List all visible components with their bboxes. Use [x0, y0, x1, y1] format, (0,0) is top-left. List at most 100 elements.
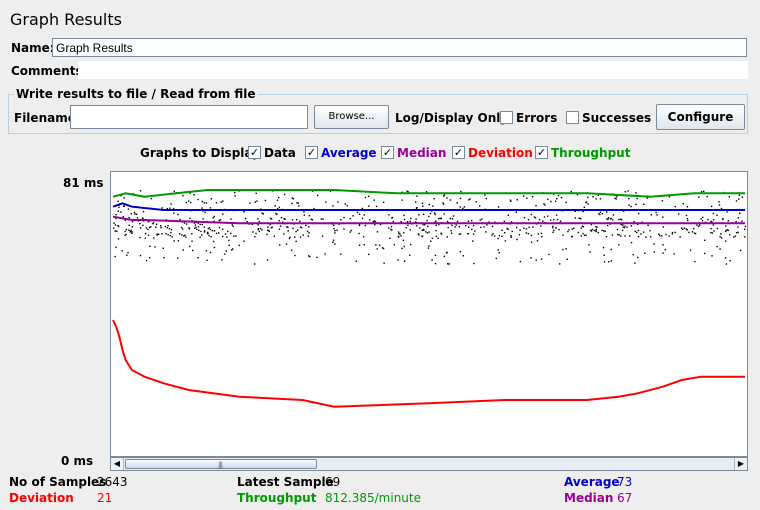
throughput-stat-value: 812.385/minute	[325, 491, 421, 505]
data-sample-point	[491, 234, 493, 236]
data-sample-point	[230, 232, 232, 235]
data-sample-point	[622, 224, 624, 226]
median-checkbox[interactable]	[381, 146, 394, 159]
data-sample-point	[683, 227, 685, 229]
data-sample-point	[287, 226, 289, 228]
data-sample-point	[448, 263, 450, 265]
scrollbar-thumb[interactable]: |||	[125, 459, 317, 469]
data-sample-point	[580, 227, 582, 229]
browse-button[interactable]: Browse...	[314, 105, 389, 129]
configure-button[interactable]: Configure	[656, 104, 745, 130]
data-sample-point	[278, 228, 281, 230]
throughput-checkbox[interactable]	[535, 146, 548, 159]
data-sample-point	[311, 219, 314, 221]
data-sample-point	[555, 214, 558, 216]
data-sample-point	[492, 233, 494, 235]
data-sample-point	[458, 225, 460, 228]
data-sample-point	[136, 217, 139, 219]
median-toggle-label[interactable]: Median	[397, 146, 446, 160]
data-sample-point	[149, 257, 151, 259]
data-sample-point	[296, 219, 298, 221]
data-sample-point	[305, 224, 307, 227]
data-sample-point	[213, 215, 215, 218]
data-sample-point	[679, 236, 681, 238]
page-title: Graph Results	[10, 10, 122, 29]
data-sample-point	[568, 229, 570, 231]
deviation-toggle-label[interactable]: Deviation	[468, 146, 533, 160]
data-sample-point	[227, 230, 229, 233]
data-sample-point	[680, 227, 683, 229]
data-sample-point	[626, 226, 628, 228]
data-sample-point	[741, 196, 744, 198]
data-sample-point	[163, 257, 165, 259]
filename-input[interactable]	[70, 105, 308, 129]
data-sample-point	[624, 235, 626, 237]
data-sample-point	[320, 218, 323, 220]
data-checkbox[interactable]	[248, 146, 261, 159]
data-sample-point	[155, 226, 157, 228]
data-sample-point	[596, 226, 598, 228]
data-sample-point	[503, 220, 505, 222]
horizontal-scrollbar[interactable]: ◀ ||| ▶	[110, 457, 748, 471]
data-sample-point	[280, 217, 283, 219]
deviation-checkbox[interactable]	[452, 146, 465, 159]
data-sample-point	[697, 225, 700, 227]
data-sample-point	[604, 230, 606, 232]
data-sample-point	[481, 218, 483, 220]
data-sample-point	[131, 226, 133, 228]
data-sample-point	[210, 236, 212, 238]
data-sample-point	[534, 217, 537, 219]
data-sample-point	[124, 230, 126, 233]
data-sample-point	[658, 233, 660, 235]
data-sample-point	[226, 236, 228, 238]
average-checkbox[interactable]	[305, 146, 318, 159]
data-sample-point	[182, 194, 184, 197]
successes-checkbox[interactable]	[566, 111, 579, 124]
data-sample-point	[739, 249, 742, 252]
data-sample-point	[199, 223, 201, 226]
data-sample-point	[362, 236, 365, 238]
scroll-right-arrow-icon[interactable]: ▶	[734, 458, 747, 470]
data-sample-point	[686, 206, 689, 208]
data-sample-point	[208, 234, 210, 237]
data-sample-point	[290, 249, 293, 251]
errors-checkbox[interactable]	[500, 111, 513, 124]
data-sample-point	[710, 205, 713, 208]
data-sample-point	[405, 227, 407, 229]
scroll-left-arrow-icon[interactable]: ◀	[111, 458, 124, 470]
data-sample-point	[139, 236, 141, 239]
data-sample-point	[543, 203, 545, 205]
data-sample-point	[720, 237, 723, 239]
errors-label[interactable]: Errors	[516, 111, 557, 125]
data-sample-point	[166, 227, 169, 229]
data-sample-point	[297, 202, 300, 204]
data-sample-point	[425, 231, 427, 233]
successes-label[interactable]: Successes	[582, 111, 651, 125]
average-toggle-label[interactable]: Average	[321, 146, 377, 160]
data-sample-point	[278, 220, 280, 222]
data-sample-point	[601, 229, 603, 232]
data-sample-point	[426, 232, 429, 234]
data-sample-point	[580, 218, 582, 220]
data-sample-point	[161, 207, 163, 209]
data-sample-point	[519, 260, 522, 263]
data-sample-point	[687, 219, 689, 222]
data-sample-point	[507, 214, 509, 216]
name-field[interactable]	[52, 38, 747, 57]
data-sample-point	[719, 236, 721, 238]
data-sample-point	[649, 230, 651, 232]
data-sample-point	[209, 251, 212, 254]
data-sample-point	[618, 234, 620, 236]
data-sample-point	[527, 232, 529, 235]
data-toggle-label[interactable]: Data	[264, 146, 296, 160]
data-sample-point	[397, 231, 400, 233]
throughput-toggle-label[interactable]: Throughput	[551, 146, 630, 160]
data-sample-point	[523, 195, 525, 197]
data-sample-point	[474, 230, 476, 232]
data-sample-point	[438, 217, 440, 220]
comments-field[interactable]	[78, 61, 748, 79]
data-sample-point	[432, 205, 434, 207]
data-sample-point	[573, 227, 575, 229]
data-sample-point	[170, 203, 172, 205]
data-sample-point	[403, 214, 405, 217]
